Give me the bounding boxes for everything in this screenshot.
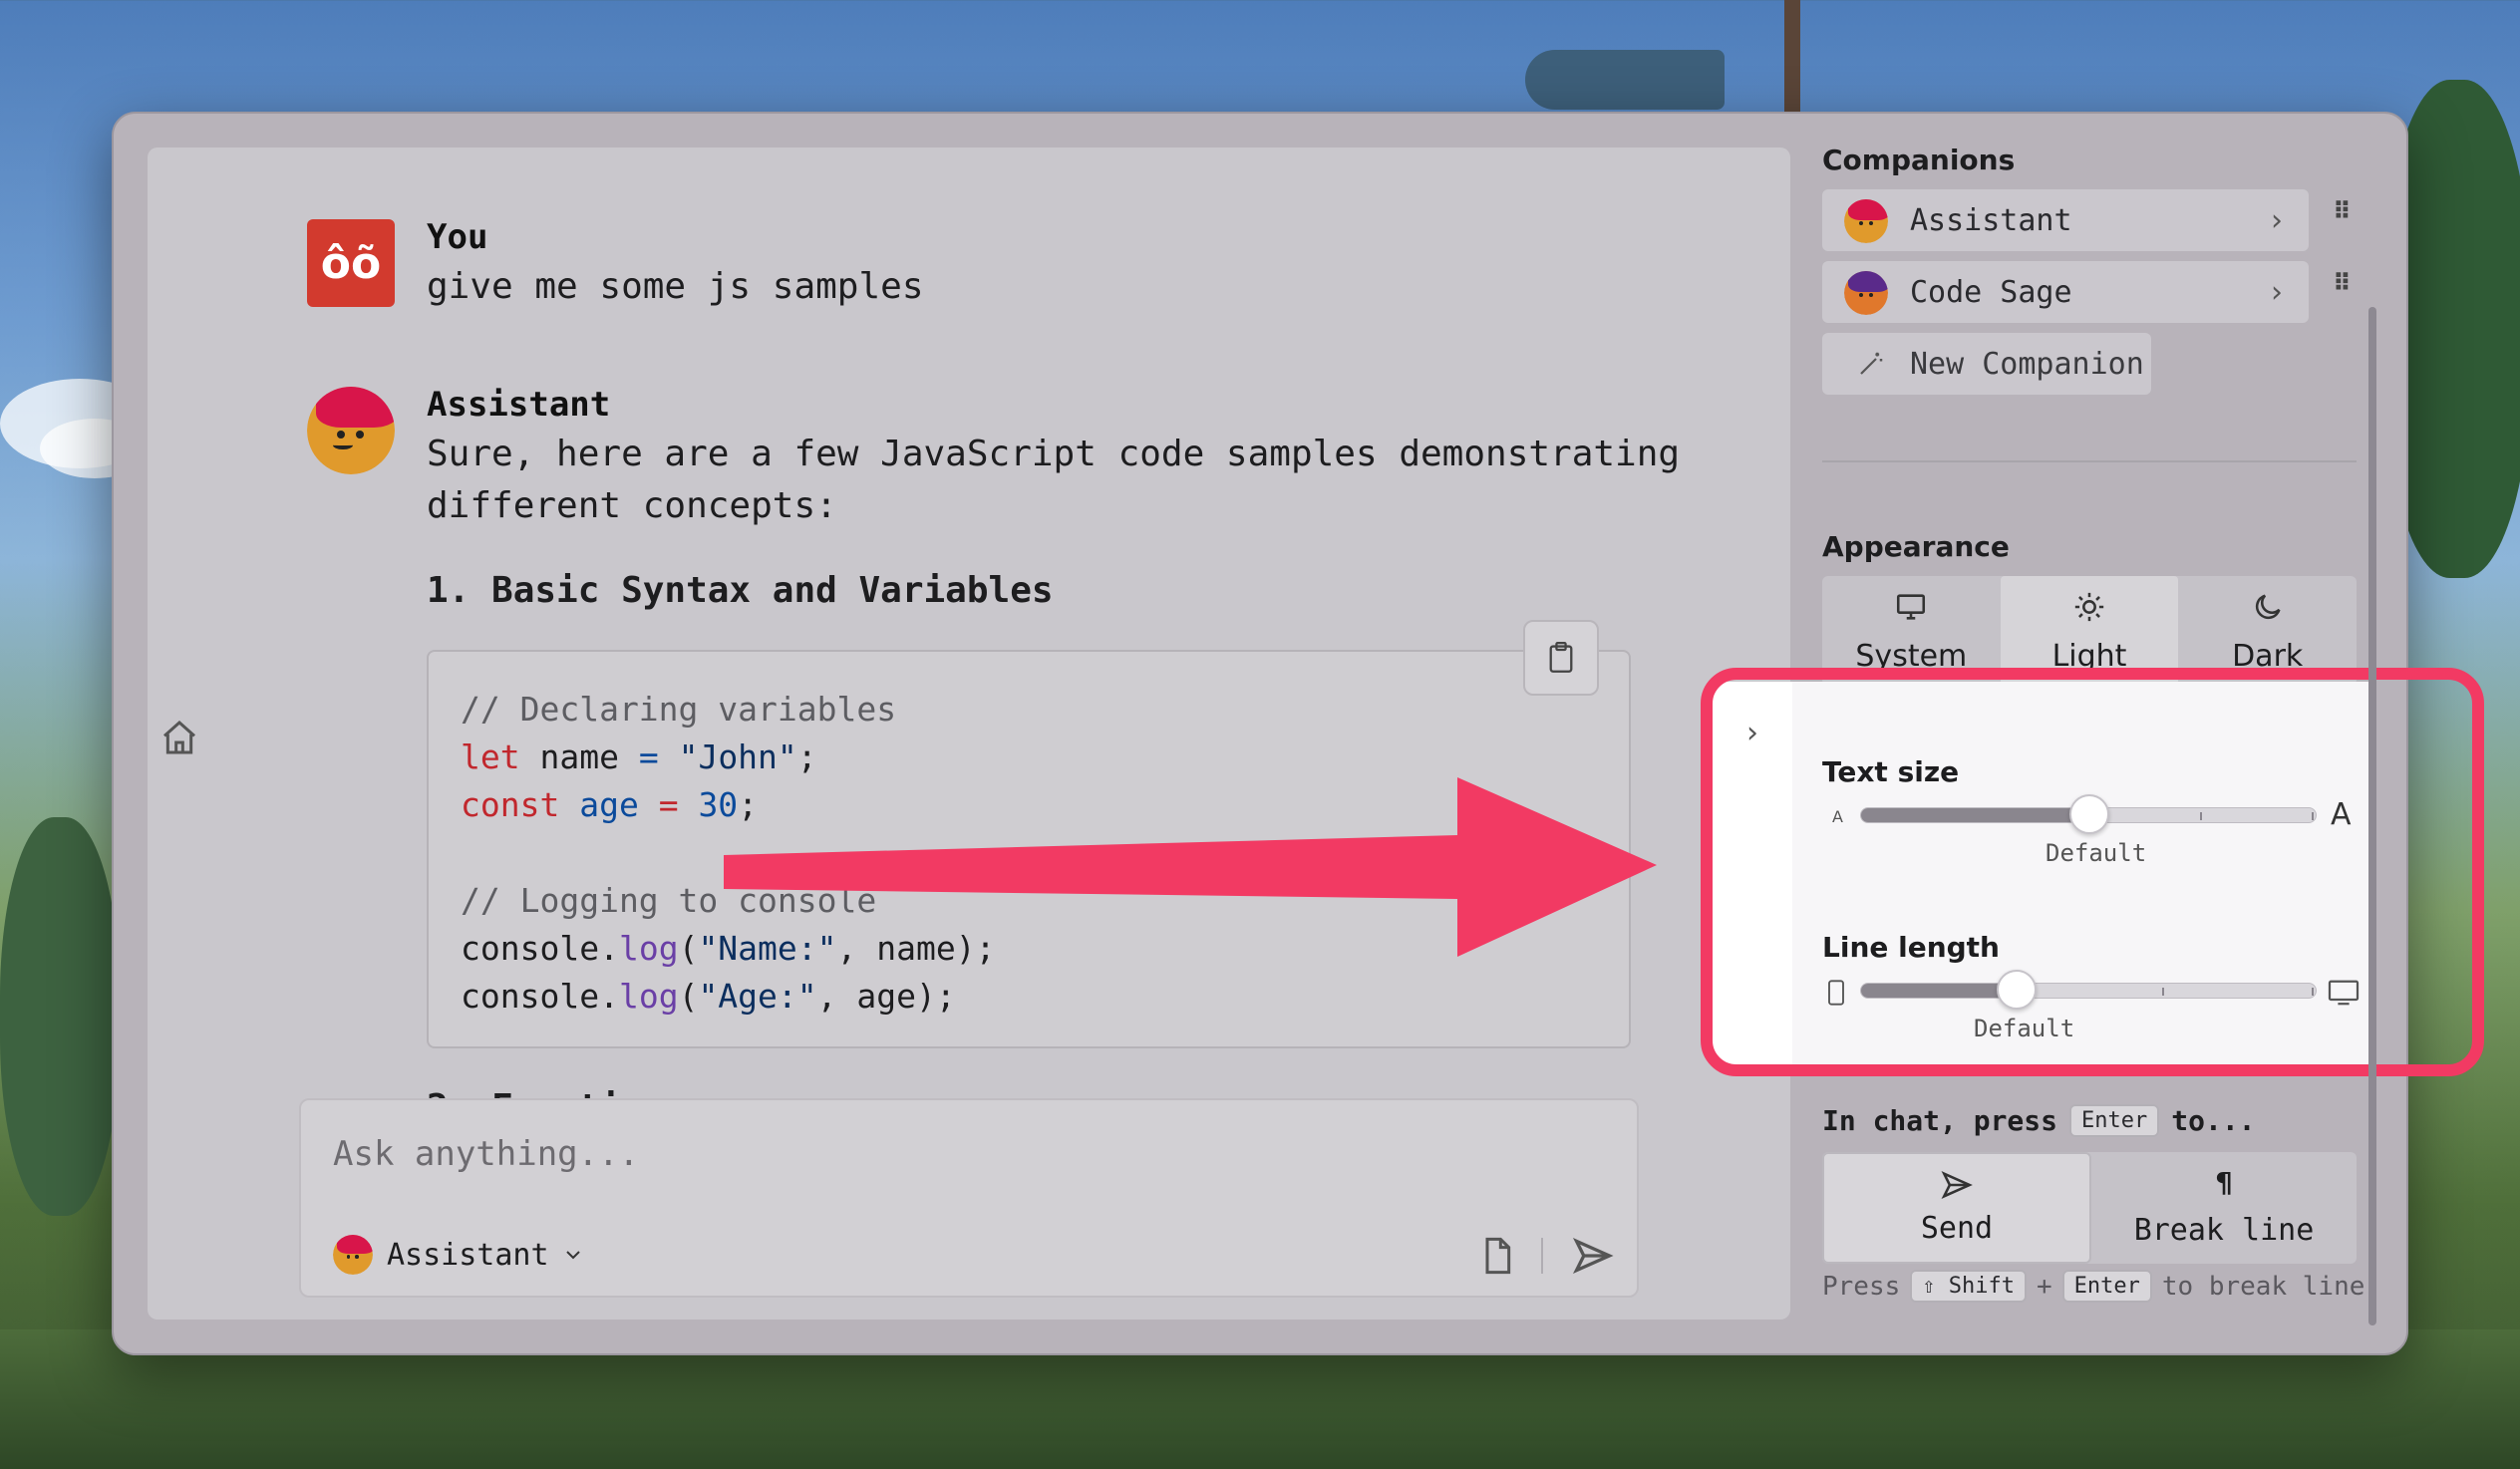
assistant-avatar bbox=[307, 387, 395, 474]
line-length-slider-thumb[interactable] bbox=[1997, 970, 2037, 1010]
code-sage-avatar bbox=[1844, 271, 1888, 315]
appearance-option-label: Light bbox=[2051, 639, 2127, 674]
chat-input-box: Assistant bbox=[299, 1098, 1639, 1298]
home-icon[interactable] bbox=[159, 718, 199, 757]
companion-label: Assistant bbox=[1910, 202, 2072, 238]
text-settings-panel bbox=[1713, 682, 2374, 1064]
chevron-right-icon: › bbox=[2271, 274, 2283, 310]
new-companion-button[interactable]: New Companion bbox=[1822, 333, 2151, 395]
user-avatar: ôõ bbox=[307, 219, 395, 307]
enter-option-label: Break line bbox=[2133, 1213, 2315, 1248]
new-companion-label: New Companion bbox=[1910, 346, 2144, 382]
appearance-option-system[interactable]: System bbox=[1822, 576, 2001, 686]
text-size-small-icon: A bbox=[1832, 807, 1843, 826]
monitor-icon bbox=[2328, 980, 2360, 1006]
appearance-selector: System Light Dark bbox=[1822, 576, 2357, 686]
sun-icon bbox=[2074, 592, 2104, 622]
send-icon bbox=[1941, 1171, 1973, 1199]
magic-wand-icon bbox=[1860, 352, 1883, 375]
appearance-option-label: System bbox=[1855, 639, 1968, 674]
send-icon[interactable] bbox=[1571, 1234, 1615, 1278]
enter-behaviour-selector: Send ¶ Break line bbox=[1822, 1152, 2357, 1264]
section-heading: 1. Basic Syntax and Variables bbox=[427, 570, 1054, 611]
companion-selector-label: Assistant bbox=[387, 1237, 549, 1273]
companion-item-code-sage[interactable]: Code Sage › bbox=[1822, 261, 2309, 323]
enter-option-label: Send bbox=[1920, 1211, 1994, 1246]
monitor-icon bbox=[1897, 594, 1926, 620]
moon-icon bbox=[2255, 594, 2281, 620]
assistant-avatar bbox=[1844, 199, 1888, 243]
text-size-label: Text size bbox=[1822, 755, 1960, 788]
text-size-slider-thumb[interactable] bbox=[2069, 794, 2109, 834]
line-length-slider[interactable] bbox=[1860, 970, 2317, 1010]
chevron-right-icon[interactable]: › bbox=[1746, 716, 1758, 750]
annotation-arrow bbox=[724, 777, 1657, 957]
pilcrow-icon: ¶ bbox=[2215, 1166, 2233, 1199]
copy-code-button[interactable] bbox=[1523, 620, 1599, 696]
drag-handle-icon[interactable]: ⠿ bbox=[2333, 199, 2353, 235]
assistant-message-line: different concepts: bbox=[427, 485, 837, 526]
companion-item-assistant[interactable]: Assistant › bbox=[1822, 189, 2309, 251]
enter-option-send[interactable]: Send bbox=[1822, 1152, 2091, 1264]
line-length-caption: Default bbox=[1974, 1015, 2075, 1042]
companion-label: Code Sage bbox=[1910, 274, 2072, 310]
background-koi-flag bbox=[1525, 50, 1725, 110]
phone-icon bbox=[1828, 980, 1844, 1006]
input-divider bbox=[1541, 1238, 1543, 1274]
assistant-name: Assistant bbox=[427, 385, 611, 425]
appearance-option-light[interactable]: Light bbox=[2000, 576, 2179, 686]
background-tree bbox=[0, 817, 120, 1216]
appearance-title: Appearance bbox=[1822, 530, 2010, 563]
chevron-down-icon bbox=[565, 1251, 580, 1260]
attach-file-icon[interactable] bbox=[1477, 1236, 1517, 1276]
assistant-avatar bbox=[333, 1235, 373, 1275]
clipboard-icon bbox=[1549, 642, 1573, 673]
text-size-slider[interactable] bbox=[1860, 794, 2317, 834]
appearance-option-label: Dark bbox=[2232, 639, 2304, 674]
line-length-label: Line length bbox=[1822, 931, 2000, 964]
assistant-message-line: Sure, here are a few JavaScript code sam… bbox=[427, 434, 1681, 474]
text-size-caption: Default bbox=[2046, 839, 2147, 867]
chevron-right-icon: › bbox=[2271, 202, 2283, 238]
appearance-option-dark[interactable]: Dark bbox=[2178, 576, 2357, 686]
user-message: give me some js samples bbox=[427, 266, 924, 307]
sidebar-divider bbox=[1822, 460, 2357, 462]
sidebar-scrollbar[interactable] bbox=[2368, 307, 2376, 1325]
enter-option-break-line[interactable]: ¶ Break line bbox=[2091, 1152, 2357, 1264]
user-name: You bbox=[427, 217, 488, 257]
text-size-large-icon: A bbox=[2331, 797, 2352, 832]
companions-title: Companions bbox=[1822, 144, 2016, 176]
chat-input[interactable] bbox=[333, 1124, 1529, 1184]
companion-selector[interactable]: Assistant bbox=[333, 1230, 583, 1280]
drag-handle-icon[interactable]: ⠿ bbox=[2333, 271, 2353, 307]
